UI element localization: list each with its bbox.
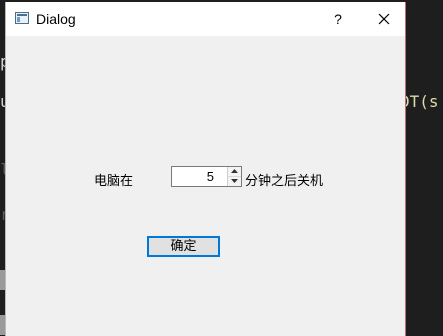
shutdown-after-label: 分钟之后关机 [245, 174, 324, 189]
window-title: Dialog [36, 11, 76, 27]
chevron-down-icon [231, 179, 238, 183]
spin-down-button[interactable] [228, 177, 241, 186]
app-window-icon [15, 12, 29, 24]
close-icon [378, 13, 390, 25]
dialog-window: Dialog ? 电脑在 5 分钟之后关机 确定 [5, 2, 406, 336]
confirm-button[interactable]: 确定 [147, 236, 220, 257]
minutes-spinbox[interactable]: 5 [171, 166, 242, 187]
spin-up-button[interactable] [228, 167, 241, 177]
chevron-up-icon [231, 169, 238, 173]
help-button[interactable]: ? [326, 2, 350, 36]
title-bar[interactable]: Dialog ? [6, 2, 405, 36]
close-button[interactable] [362, 2, 406, 36]
minutes-value[interactable]: 5 [172, 167, 220, 186]
spin-buttons [227, 167, 241, 186]
computer-label: 电脑在 [94, 174, 134, 189]
